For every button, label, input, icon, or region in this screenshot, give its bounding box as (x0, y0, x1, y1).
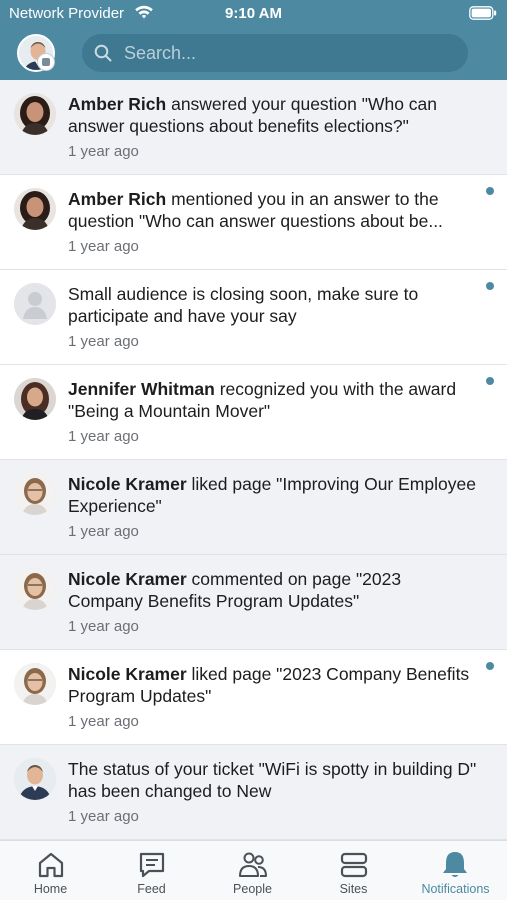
notification-item[interactable]: Nicole Kramer liked page "Improving Our … (0, 460, 507, 555)
avatar (14, 758, 56, 800)
notification-text: Jennifer Whitman recognized you with the… (68, 379, 457, 421)
tab-label: Feed (137, 882, 166, 896)
tab-label: Home (33, 882, 68, 896)
notification-list: Amber Rich answered your question "Who c… (0, 80, 507, 840)
unread-indicator (486, 377, 494, 385)
tab-bar: Home Feed People Sites Notifications (0, 840, 507, 900)
battery-icon (469, 6, 497, 20)
notification-time: 1 year ago (68, 333, 139, 350)
notification-time: 1 year ago (68, 713, 139, 730)
search-placeholder: Search... (124, 43, 197, 63)
tab-label: Sites (339, 882, 368, 896)
feed-icon (139, 852, 165, 878)
tab-sites[interactable]: Sites (303, 841, 404, 900)
notification-text: Nicole Kramer commented on page "2023 Co… (68, 569, 402, 611)
notification-text: Amber Rich answered your question "Who c… (68, 94, 438, 136)
notification-time: 1 year ago (68, 238, 139, 255)
search-bar[interactable]: Search... (82, 34, 468, 72)
app-header: Network Provider 9:10 AM Search... (0, 0, 507, 80)
notification-item[interactable]: Jennifer Whitman recognized you with the… (0, 365, 507, 460)
people-icon (239, 852, 267, 877)
notification-time: 1 year ago (68, 523, 139, 540)
home-icon (38, 852, 64, 878)
notification-time: 1 year ago (68, 618, 139, 635)
profile-badge-icon (37, 53, 55, 71)
notification-text: Amber Rich mentioned you in an answer to… (68, 189, 443, 231)
avatar-placeholder-icon (14, 283, 56, 325)
notification-time: 1 year ago (68, 143, 139, 160)
notification-time: 1 year ago (68, 428, 139, 445)
avatar (14, 188, 56, 230)
sites-icon (340, 852, 368, 878)
notification-item[interactable]: Amber Rich mentioned you in an answer to… (0, 175, 507, 270)
notification-text: Small audience is closing soon, make sur… (68, 284, 419, 326)
unread-indicator (486, 187, 494, 195)
notification-text: The status of your ticket "WiFi is spott… (68, 759, 477, 801)
status-bar: Network Provider 9:10 AM (0, 0, 507, 28)
tab-home[interactable]: Home (0, 841, 101, 900)
notification-item[interactable]: Nicole Kramer liked page "2023 Company B… (0, 650, 507, 745)
notification-item[interactable]: Amber Rich answered your question "Who c… (0, 80, 507, 175)
tab-people[interactable]: People (202, 841, 303, 900)
notification-time: 1 year ago (68, 808, 139, 825)
tab-label: Notifications (421, 882, 490, 896)
unread-indicator (486, 282, 494, 290)
avatar (14, 378, 56, 420)
avatar (14, 663, 56, 705)
bell-icon (443, 852, 467, 877)
tab-notifications[interactable]: Notifications (404, 841, 507, 900)
tab-feed[interactable]: Feed (101, 841, 202, 900)
notification-text: Nicole Kramer liked page "2023 Company B… (68, 664, 470, 706)
notification-item[interactable]: Nicole Kramer commented on page "2023 Co… (0, 555, 507, 650)
unread-indicator (486, 662, 494, 670)
avatar (14, 473, 56, 515)
status-time: 9:10 AM (225, 5, 282, 22)
notification-text: Nicole Kramer liked page "Improving Our … (68, 474, 476, 516)
notification-item[interactable]: Small audience is closing soon, make sur… (0, 270, 507, 365)
avatar (14, 568, 56, 610)
avatar (14, 93, 56, 135)
tab-label: People (233, 882, 272, 896)
notification-item[interactable]: The status of your ticket "WiFi is spott… (0, 745, 507, 840)
search-icon (94, 44, 112, 62)
